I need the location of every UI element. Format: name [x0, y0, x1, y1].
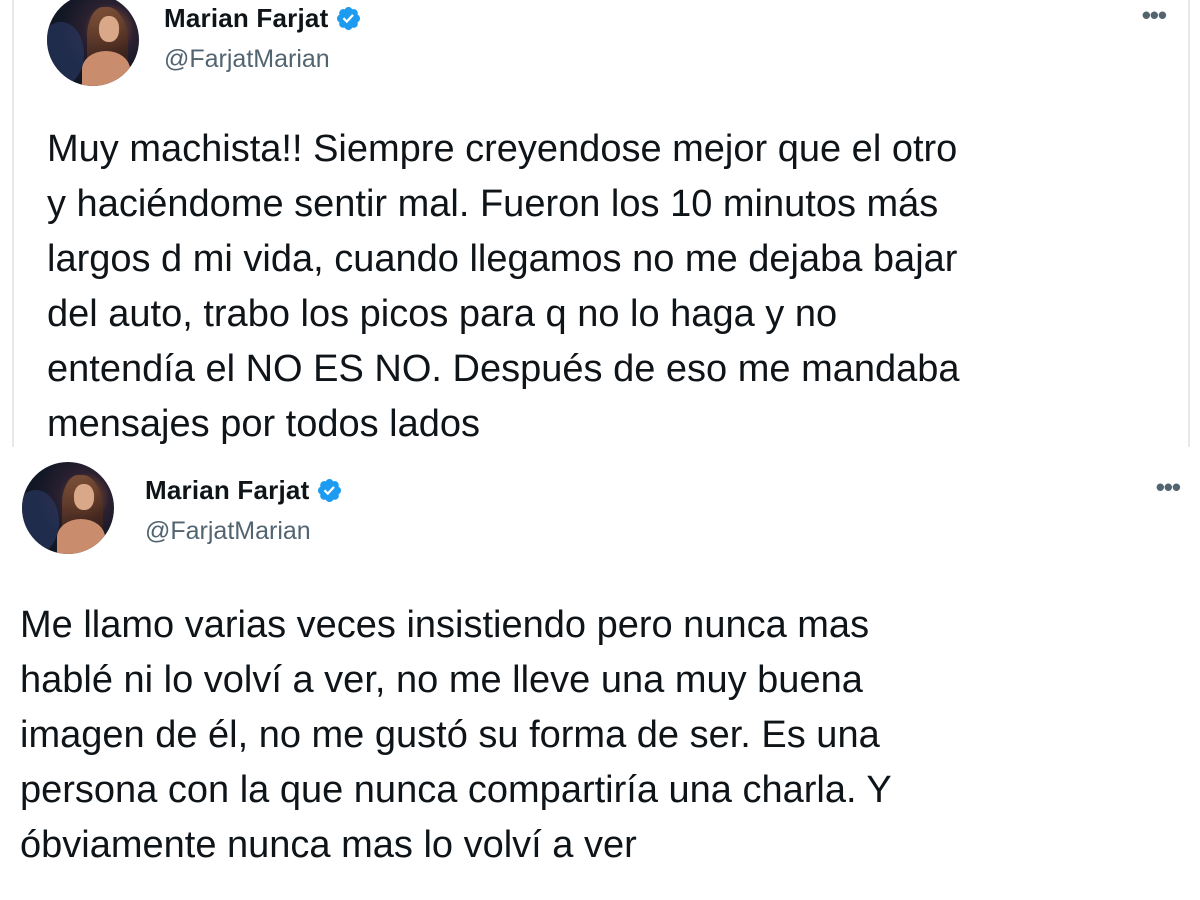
- more-options-icon[interactable]: •••: [1142, 0, 1167, 31]
- verified-badge-icon: [337, 6, 361, 31]
- tweet-text: Me llamo varias veces insistiendo pero n…: [20, 604, 892, 866]
- tweet-card-2[interactable]: Marian Farjat @FarjatMarian ••• Me llamo…: [0, 450, 1200, 900]
- avatar[interactable]: [22, 462, 114, 554]
- author-handle[interactable]: @FarjatMarian: [164, 45, 330, 74]
- verified-badge-icon: [318, 478, 342, 503]
- author-name[interactable]: Marian Farjat: [164, 3, 328, 34]
- author-name-row[interactable]: Marian Farjat: [145, 475, 343, 506]
- author-name-row[interactable]: Marian Farjat: [164, 3, 362, 34]
- tweet-text: Muy machista!! Siempre creyendose mejor …: [47, 128, 960, 445]
- author-handle[interactable]: @FarjatMarian: [145, 517, 311, 546]
- avatar[interactable]: [47, 0, 139, 86]
- author-name[interactable]: Marian Farjat: [145, 475, 309, 506]
- more-options-icon[interactable]: •••: [1156, 472, 1181, 503]
- tweet-card-1[interactable]: Marian Farjat @FarjatMarian ••• Muy mach…: [12, 0, 1190, 447]
